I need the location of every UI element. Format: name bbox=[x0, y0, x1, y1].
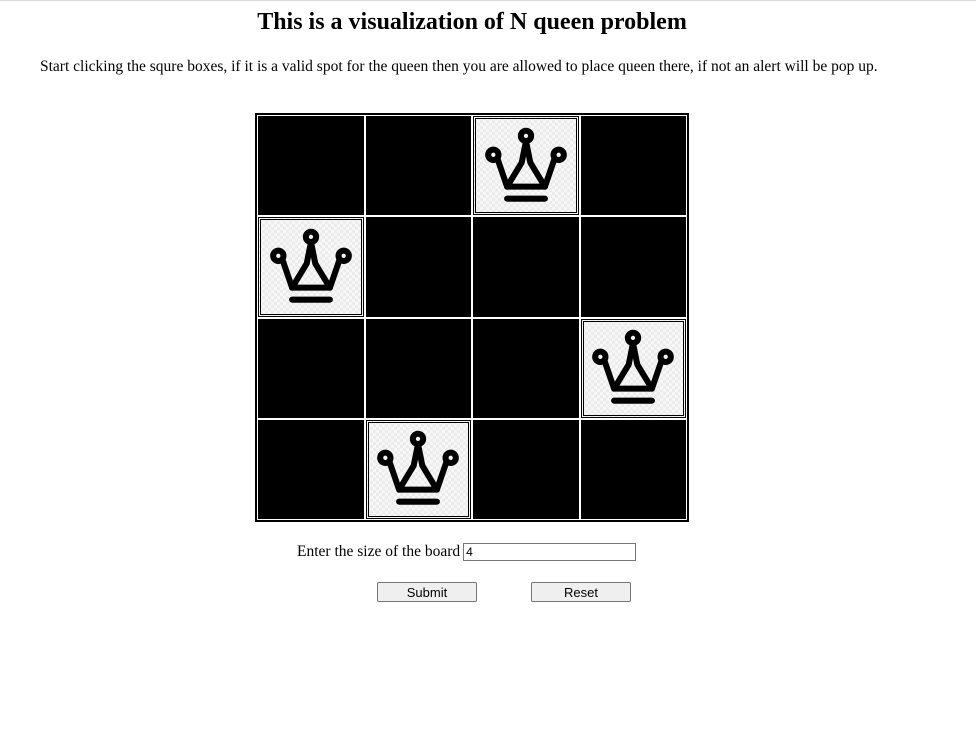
board-cell[interactable] bbox=[258, 116, 364, 216]
board-cell[interactable] bbox=[258, 419, 364, 519]
submit-button[interactable]: Submit bbox=[377, 582, 477, 602]
page-title: This is a visualization of N queen probl… bbox=[257, 9, 687, 35]
page: This is a visualization of N queen probl… bbox=[0, 0, 976, 749]
board-cell[interactable] bbox=[258, 318, 364, 418]
board-cell[interactable] bbox=[473, 318, 579, 418]
crown-icon bbox=[484, 127, 567, 202]
board-cell[interactable] bbox=[580, 116, 686, 216]
board-cell[interactable] bbox=[473, 217, 579, 317]
board-cell[interactable] bbox=[473, 116, 579, 216]
board-cell[interactable] bbox=[365, 318, 471, 418]
chess-board bbox=[255, 113, 689, 522]
board-cell[interactable] bbox=[473, 419, 579, 519]
instructions-text: Start clicking the squre boxes, if it is… bbox=[40, 58, 878, 75]
board-cell[interactable] bbox=[258, 217, 364, 317]
board-cell[interactable] bbox=[580, 217, 686, 317]
board-cell[interactable] bbox=[365, 217, 471, 317]
board-cell[interactable] bbox=[580, 419, 686, 519]
board-cell[interactable] bbox=[365, 116, 471, 216]
board-size-label: Enter the size of the board bbox=[297, 543, 461, 560]
reset-button[interactable]: Reset bbox=[531, 582, 631, 602]
board-cell[interactable] bbox=[580, 318, 686, 418]
board-size-row: Enter the size of the board bbox=[297, 543, 637, 561]
crown-icon bbox=[269, 228, 352, 303]
crown-icon bbox=[592, 329, 675, 404]
crown-icon bbox=[377, 431, 460, 506]
board-size-input[interactable] bbox=[463, 543, 637, 561]
board-cell[interactable] bbox=[365, 419, 471, 519]
